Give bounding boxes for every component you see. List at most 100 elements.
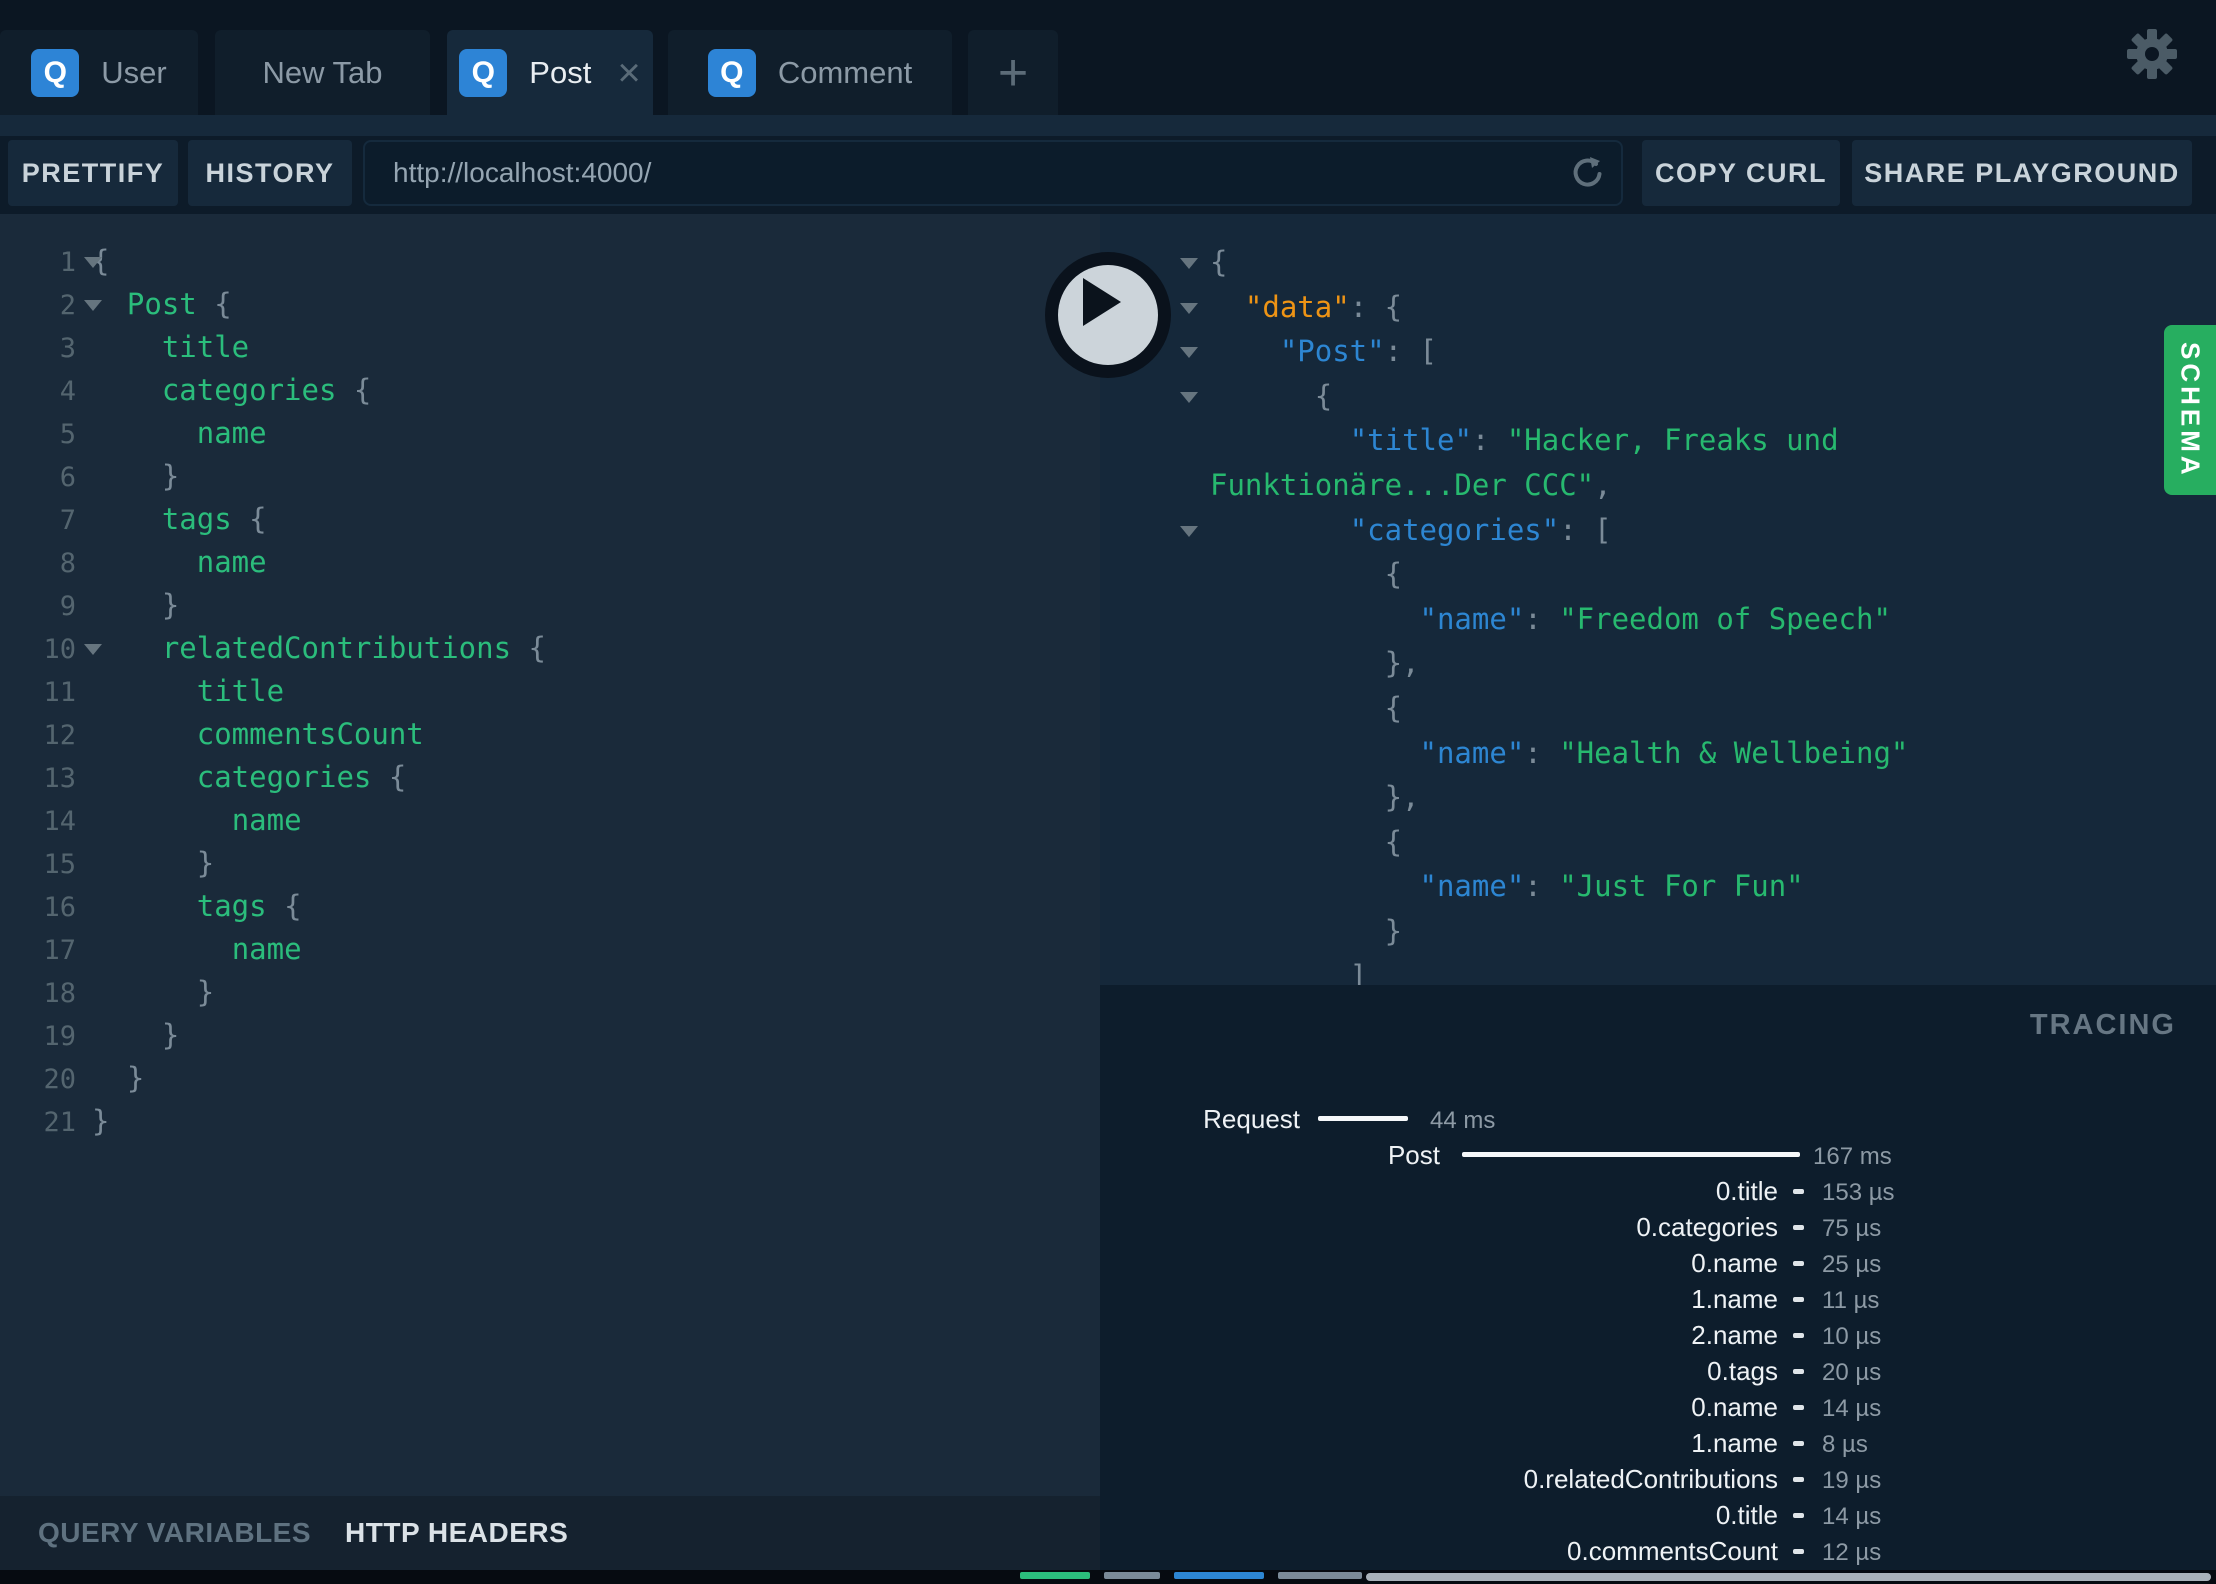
tracing-span-label: 0.tags [1707, 1356, 1778, 1386]
response-line: { [1100, 552, 2216, 597]
fold-arrow-icon[interactable] [84, 644, 102, 655]
token-punct: { [371, 760, 407, 794]
tab-label: Post [529, 54, 592, 90]
new-tab-button[interactable]: + [968, 30, 1058, 115]
endpoint-url-input[interactable] [363, 140, 1623, 206]
token-punct [1210, 423, 1350, 457]
line-number: 18 [43, 978, 76, 1009]
token-punct [92, 760, 197, 794]
token-field: relatedContributions [161, 631, 512, 665]
token-field: name [196, 416, 267, 450]
response-lines: { "data": { "Post": [ { "title": "Hacker… [1100, 240, 2216, 985]
refresh-icon[interactable] [1567, 153, 1607, 193]
query-code: } [76, 459, 179, 493]
query-line: 3 title [0, 326, 1100, 369]
fold-arrow-icon[interactable] [1180, 391, 1198, 403]
fold-arrow-icon[interactable] [1180, 258, 1198, 269]
token-key: "name" [1419, 869, 1525, 904]
tracing-span-label: 1.name [1691, 1428, 1778, 1458]
tracing-duration-dash [1793, 1513, 1804, 1518]
horizontal-scrollbar[interactable] [1366, 1573, 2211, 1581]
query-code: title [76, 674, 284, 708]
execute-query-button[interactable] [1045, 252, 1171, 378]
query-line: 2 Post { [0, 283, 1100, 326]
tracing-duration-dash [1793, 1441, 1804, 1446]
token-field: name [196, 545, 267, 579]
line-number: 3 [59, 333, 76, 364]
tab-user[interactable]: Q User [0, 30, 198, 115]
query-line: 6 } [0, 455, 1100, 498]
query-code: name [76, 545, 267, 579]
settings-button[interactable] [2124, 26, 2180, 82]
query-line: 4 categories { [0, 369, 1100, 412]
query-badge: Q [459, 48, 508, 97]
http-headers-tab[interactable]: HTTP HEADERS [345, 1517, 568, 1549]
tracing-span-label: 0.title [1715, 1500, 1778, 1530]
token-key: "name" [1419, 601, 1525, 636]
tracing-duration-dash [1793, 1405, 1804, 1410]
prettify-button[interactable]: PRETTIFY [8, 140, 178, 206]
tracing-span-time: 20 µs [1822, 1359, 1882, 1386]
token-punct: : [1524, 601, 1560, 636]
response-line: "name": "Health & Wellbeing" [1100, 731, 2216, 776]
fold-arrow-icon[interactable] [84, 257, 102, 268]
query-line: 13 categories { [0, 756, 1100, 799]
bottom-tab-bar: QUERY VARIABLES HTTP HEADERS [0, 1496, 1100, 1570]
tracing-span-label: 0.title [1715, 1176, 1778, 1206]
token-punct: : { [1349, 289, 1403, 324]
token-punct [92, 932, 232, 966]
query-line: 17 name [0, 928, 1100, 971]
query-line: 19 } [0, 1014, 1100, 1057]
line-number: 15 [43, 849, 76, 880]
query-editor-pane[interactable]: 1{2 Post {3 title 4 categories {5 name 6 }… [0, 214, 1100, 1496]
tracing-span-label: 0.name [1691, 1392, 1778, 1422]
response-line: "categories": [ [1100, 508, 2216, 553]
fold-arrow-icon[interactable] [84, 300, 102, 311]
line-number: 4 [59, 376, 76, 407]
token-punct: { [266, 889, 302, 923]
query-line: 15 } [0, 842, 1100, 885]
token-string: "Hacker, Freaks und [1506, 423, 1839, 458]
tracing-span-time: 44 ms [1430, 1107, 1496, 1134]
query-line: 20 } [0, 1057, 1100, 1100]
tracing-row: Request 44 ms [1100, 1105, 2216, 1134]
line-number: 20 [43, 1064, 76, 1095]
clipped-text-fragment [1020, 1572, 1090, 1579]
tracing-span-label: 0.categories [1636, 1212, 1778, 1242]
toolbar: PRETTIFY HISTORY COPY CURL SHARE PLAYGRO… [0, 136, 2216, 214]
tracing-row: 0.relatedContributions 19 µs [1100, 1465, 2216, 1494]
endpoint-url-wrap [363, 140, 1623, 206]
history-button[interactable]: HISTORY [188, 140, 352, 206]
token-punct [92, 803, 232, 837]
copy-curl-button[interactable]: COPY CURL [1642, 140, 1840, 206]
query-line: 8 name [0, 541, 1100, 584]
tracing-row: 0.title 14 µs [1100, 1500, 2216, 1530]
token-field: commentsCount [196, 717, 424, 751]
fold-arrow-icon[interactable] [1180, 347, 1198, 359]
tab-comment[interactable]: Q Comment [668, 30, 952, 115]
tracing-row: 0.name 14 µs [1100, 1392, 2216, 1422]
query-variables-tab[interactable]: QUERY VARIABLES [38, 1517, 311, 1549]
tracing-panel: TRACING Request 44 ms Post 167 ms 0.title 153… [1100, 985, 2216, 1584]
query-code: commentsCount [76, 717, 424, 751]
share-playground-button[interactable]: SHARE PLAYGROUND [1852, 140, 2192, 206]
close-tab-icon[interactable]: × [617, 53, 640, 93]
line-number: 6 [59, 462, 76, 493]
tracing-span-time: 19 µs [1822, 1467, 1882, 1494]
token-string: "Health & Wellbeing" [1559, 735, 1909, 770]
line-number: 21 [43, 1107, 76, 1138]
tracing-span-label: 0.commentsCount [1567, 1536, 1778, 1566]
token-punct: { [1210, 245, 1228, 279]
tracing-span-label: 1.name [1691, 1284, 1778, 1314]
query-code: } [76, 1104, 109, 1138]
tab-new-tab[interactable]: New Tab [215, 30, 430, 115]
query-line: 1{ [0, 240, 1100, 283]
fold-arrow-icon[interactable] [1180, 525, 1198, 537]
tracing-span-time: 14 µs [1822, 1395, 1882, 1422]
query-line: 9 } [0, 584, 1100, 627]
token-punct: } [92, 1104, 110, 1138]
schema-sidebar-tab[interactable]: SCHEMA [2164, 325, 2216, 495]
fold-arrow-icon[interactable] [1180, 302, 1198, 314]
tab-post[interactable]: Q Post × [447, 30, 653, 115]
token-punct: : [1524, 735, 1560, 770]
